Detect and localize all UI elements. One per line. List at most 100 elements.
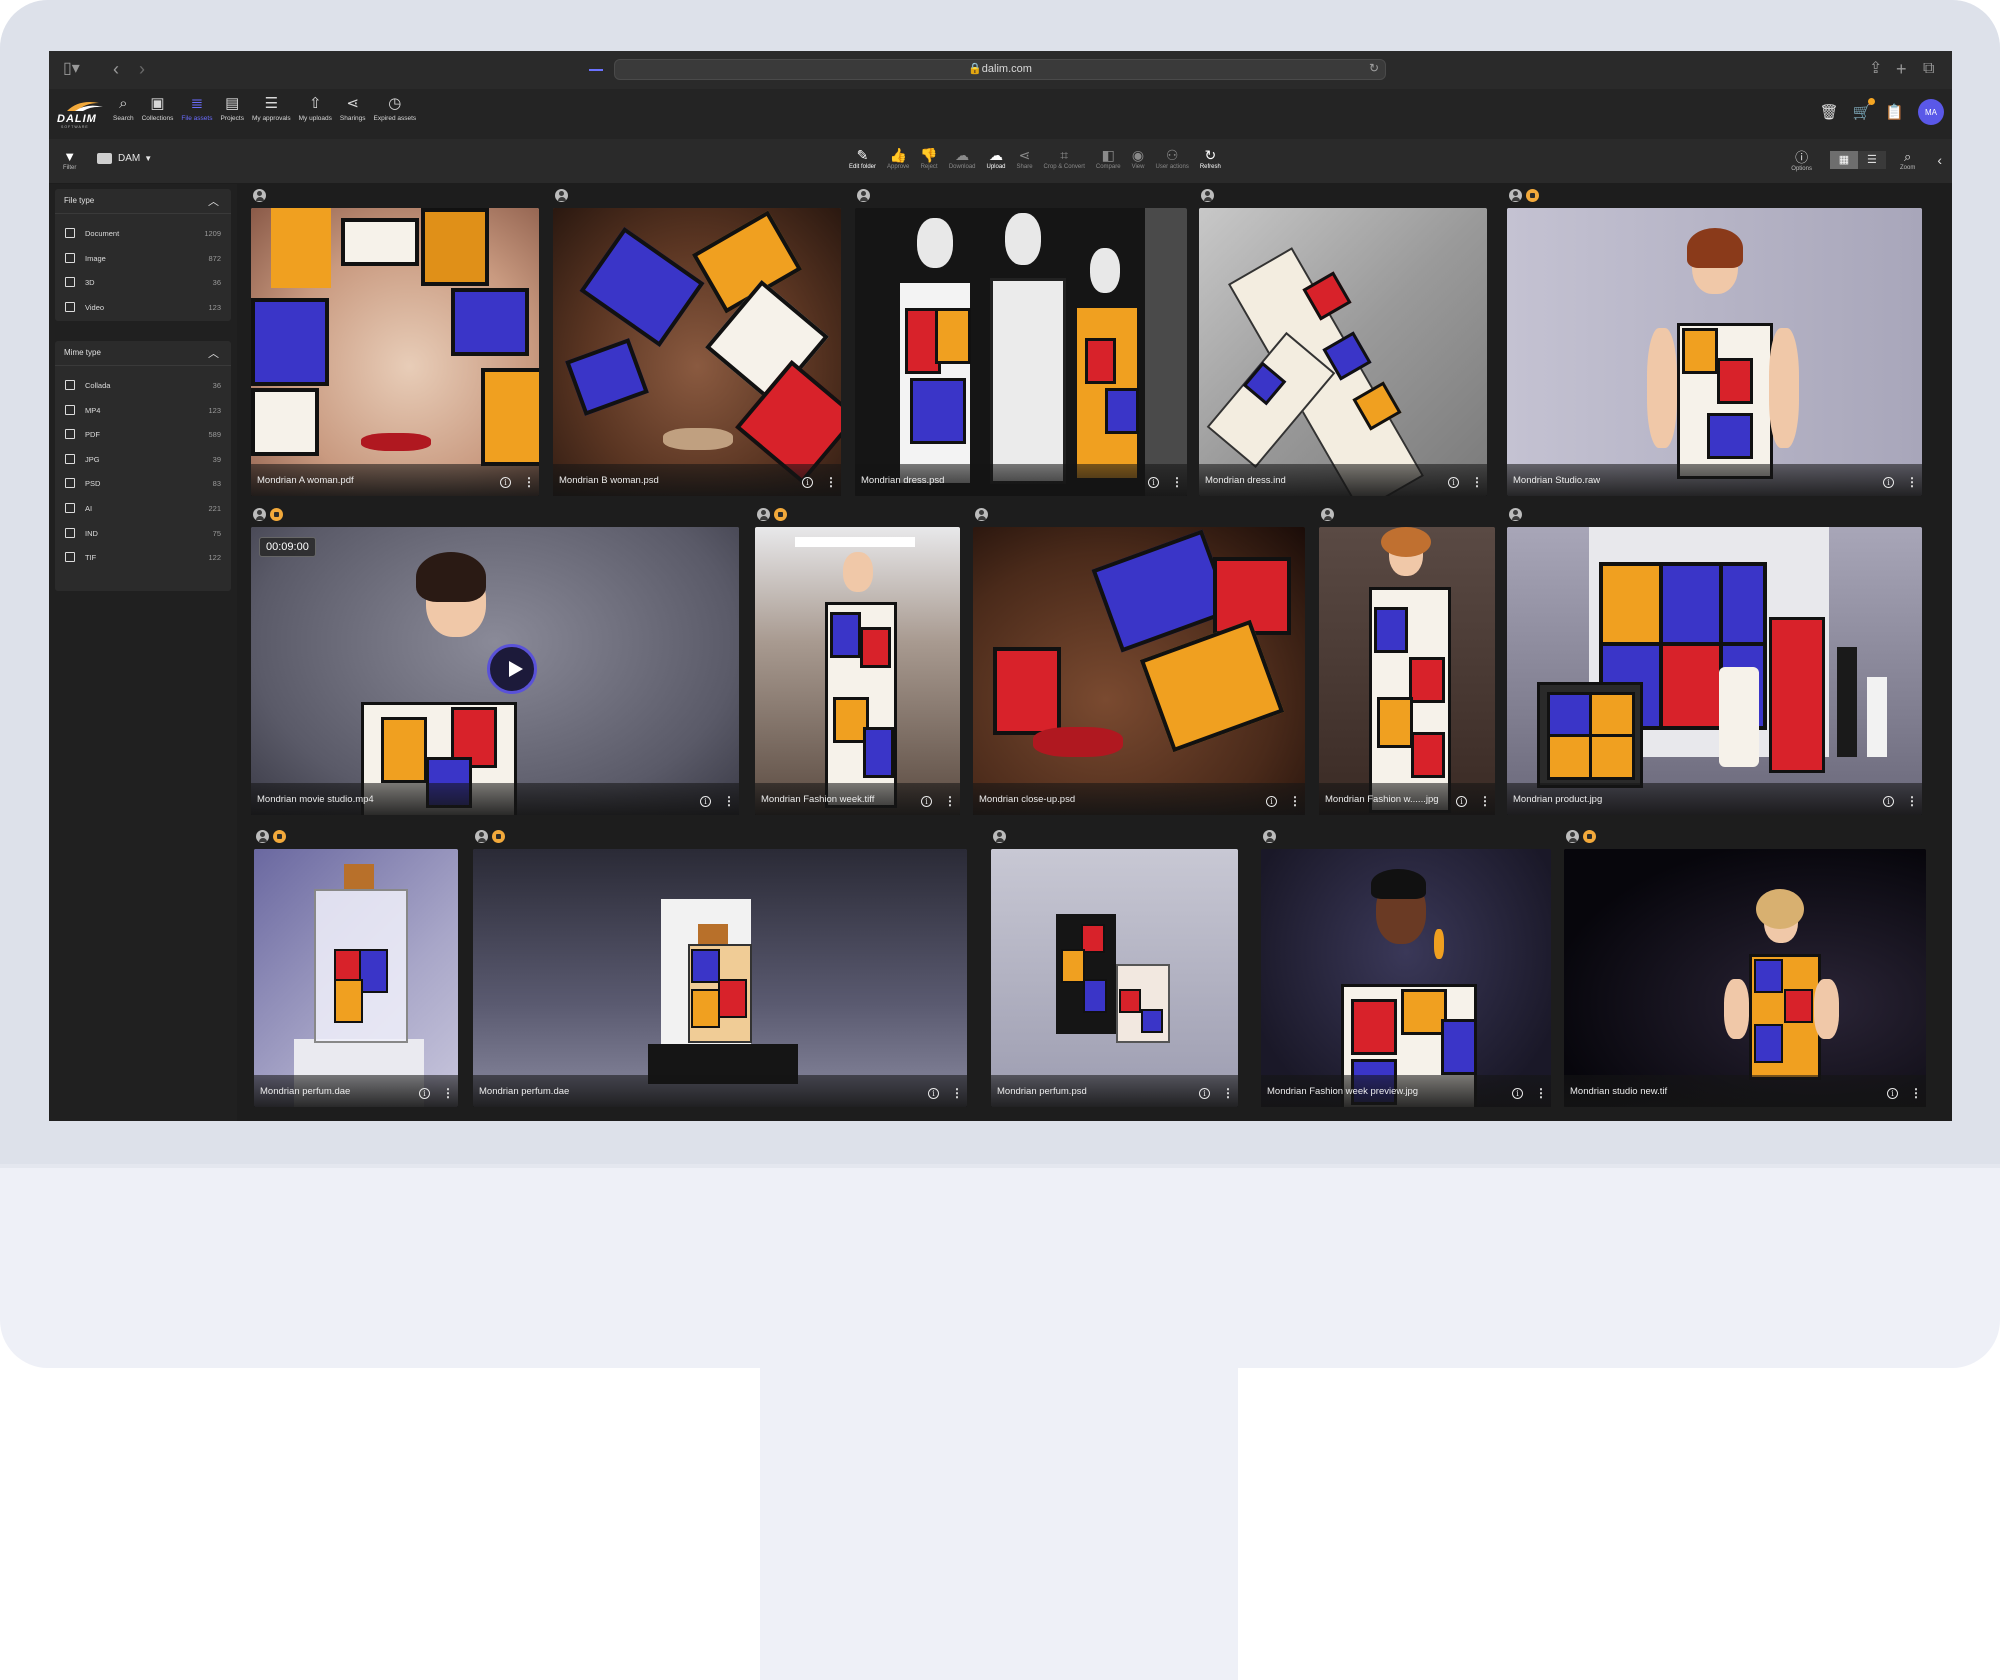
facet-option[interactable]: JPG 39	[55, 448, 231, 473]
grid-view-button[interactable]: ▦	[1829, 150, 1858, 169]
checkbox[interactable]	[65, 527, 75, 538]
view-button[interactable]: ◉ View	[1132, 147, 1145, 170]
download-button[interactable]: ☁ Download	[949, 147, 976, 170]
options-button[interactable]: ⓘ Options	[1791, 147, 1812, 172]
more-options-icon[interactable]: ⋮	[523, 476, 535, 488]
asset-tile-video[interactable]: 00:09:00 Mondrian movie studio.mp4 i ⋮	[251, 508, 739, 815]
tabs-overview-icon[interactable]: ⧉	[1923, 59, 1934, 79]
info-icon[interactable]: i	[1883, 477, 1894, 488]
nav-sharings[interactable]: ⋖ Sharings	[340, 95, 366, 135]
more-options-icon[interactable]: ⋮	[1535, 1087, 1547, 1099]
checkbox[interactable]	[65, 380, 75, 390]
facet-header[interactable]: Mime type ︿	[55, 341, 231, 366]
crop-convert-button[interactable]: ⌗ Crop & Convert	[1044, 147, 1085, 170]
checkbox[interactable]	[65, 478, 75, 489]
facet-option[interactable]: PSD 83	[55, 472, 231, 497]
filter-button[interactable]: ▼ Filter	[63, 149, 76, 171]
more-options-icon[interactable]: ⋮	[442, 1087, 454, 1099]
avatar[interactable]: MA	[1918, 99, 1944, 125]
asset-tile[interactable]: Mondrian Fashion week.tiff i ⋮	[755, 508, 960, 815]
facet-option[interactable]: Collada 36	[55, 374, 231, 399]
asset-tile[interactable]: Mondrian B woman.psd i ⋮	[553, 189, 841, 496]
facet-option[interactable]: TIF 122	[55, 546, 231, 571]
checkbox[interactable]	[65, 404, 75, 415]
info-icon[interactable]: i	[700, 796, 711, 807]
breadcrumb[interactable]: DAM ▼	[97, 153, 152, 164]
facet-option[interactable]: 3D 36	[55, 271, 231, 296]
share-sheet-icon[interactable]: ⇪	[1869, 59, 1882, 79]
new-tab-icon[interactable]: +	[1896, 59, 1907, 79]
nav-file-assets[interactable]: ≣ File assets	[181, 95, 212, 135]
collapse-panel-icon[interactable]: ‹	[1937, 152, 1942, 168]
facet-header[interactable]: File type ︿	[55, 189, 231, 214]
checkbox[interactable]	[65, 453, 75, 464]
checkbox[interactable]	[65, 277, 75, 288]
more-options-icon[interactable]: ⋮	[951, 1087, 963, 1099]
checkbox[interactable]	[65, 502, 75, 513]
info-icon[interactable]: i	[1456, 796, 1467, 807]
user-actions-button[interactable]: ⚇ User actions	[1155, 147, 1188, 170]
nav-my-approvals[interactable]: ☰ My approvals	[252, 95, 291, 135]
approve-button[interactable]: 👍 Approve	[887, 147, 909, 170]
zoom-button[interactable]: ⌕ Zoom	[1900, 149, 1915, 171]
more-options-icon[interactable]: ⋮	[1171, 476, 1183, 488]
more-options-icon[interactable]: ⋮	[825, 476, 837, 488]
info-icon[interactable]: i	[928, 1088, 939, 1099]
checkbox[interactable]	[65, 228, 75, 238]
list-view-button[interactable]: ☰	[1857, 150, 1886, 169]
facet-option[interactable]: Image 872	[55, 247, 231, 272]
asset-tile[interactable]: Mondrian product.jpg i ⋮	[1507, 508, 1922, 815]
more-options-icon[interactable]: ⋮	[1906, 795, 1918, 807]
nav-search[interactable]: ⌕ Search	[113, 95, 134, 135]
info-icon[interactable]: i	[1448, 477, 1459, 488]
asset-tile[interactable]: Mondrian dress.psd i ⋮	[855, 189, 1187, 496]
info-icon[interactable]: i	[1887, 1088, 1898, 1099]
dalim-logo[interactable]: DALIM SOFTWARE	[57, 99, 111, 129]
refresh-button[interactable]: ↻ Refresh	[1200, 147, 1221, 170]
facet-option[interactable]: Video 123	[55, 296, 231, 321]
share-button[interactable]: ⋖ Share	[1017, 147, 1033, 170]
upload-button[interactable]: ☁ Upload	[987, 147, 1006, 170]
nav-my-uploads[interactable]: ⇧ My uploads	[299, 95, 332, 135]
more-options-icon[interactable]: ⋮	[1471, 476, 1483, 488]
more-options-icon[interactable]: ⋮	[1910, 1087, 1922, 1099]
nav-collections[interactable]: ▣ Collections	[142, 95, 174, 135]
forward-icon[interactable]: ›	[139, 59, 145, 79]
more-options-icon[interactable]: ⋮	[944, 795, 956, 807]
more-options-icon[interactable]: ⋮	[723, 795, 735, 807]
info-icon[interactable]: i	[1199, 1088, 1210, 1099]
facet-option[interactable]: Document 1209	[55, 222, 231, 247]
info-icon[interactable]: i	[921, 796, 932, 807]
compare-button[interactable]: ◧ Compare	[1096, 147, 1121, 170]
asset-tile[interactable]: Mondrian perfum.dae i ⋮	[473, 830, 967, 1107]
info-icon[interactable]: i	[1512, 1088, 1523, 1099]
asset-tile[interactable]: Mondrian Fashion w......jpg i ⋮	[1319, 508, 1495, 815]
facet-option[interactable]: AI 221	[55, 497, 231, 522]
checkbox[interactable]	[65, 301, 75, 312]
info-icon[interactable]: i	[802, 477, 813, 488]
checkbox[interactable]	[65, 429, 75, 440]
asset-tile[interactable]: Mondrian dress.ind i ⋮	[1199, 189, 1487, 496]
more-options-icon[interactable]: ⋮	[1906, 476, 1918, 488]
more-options-icon[interactable]: ⋮	[1479, 795, 1491, 807]
checkbox[interactable]	[65, 552, 75, 563]
asset-tile[interactable]: Mondrian close-up.psd i ⋮	[973, 508, 1305, 815]
nav-expired-assets[interactable]: ◷ Expired assets	[374, 95, 417, 135]
info-icon[interactable]: i	[1148, 477, 1159, 488]
edit-folder-button[interactable]: ✎ Edit folder	[849, 147, 876, 170]
asset-tile[interactable]: Mondrian A woman.pdf i ⋮	[251, 189, 539, 496]
asset-tile[interactable]: Mondrian Fashion week preview.jpg i ⋮	[1261, 830, 1551, 1107]
cart-icon[interactable]: 🛒	[1853, 98, 1876, 121]
play-button[interactable]	[487, 644, 537, 694]
asset-tile[interactable]: Mondrian perfum.dae i ⋮	[254, 830, 458, 1107]
more-options-icon[interactable]: ⋮	[1222, 1087, 1234, 1099]
info-icon[interactable]: i	[419, 1088, 430, 1099]
asset-tile[interactable]: Mondrian studio new.tif i ⋮	[1564, 830, 1926, 1107]
more-options-icon[interactable]: ⋮	[1289, 795, 1301, 807]
asset-tile[interactable]: Mondrian Studio.raw i ⋮	[1507, 189, 1922, 496]
checkbox[interactable]	[65, 252, 75, 263]
sidebar-toggle-icon[interactable]: ▯▾	[63, 59, 80, 79]
info-icon[interactable]: i	[1883, 796, 1894, 807]
clipboard-icon[interactable]: 📋	[1885, 103, 1904, 121]
back-icon[interactable]: ‹	[113, 59, 119, 79]
